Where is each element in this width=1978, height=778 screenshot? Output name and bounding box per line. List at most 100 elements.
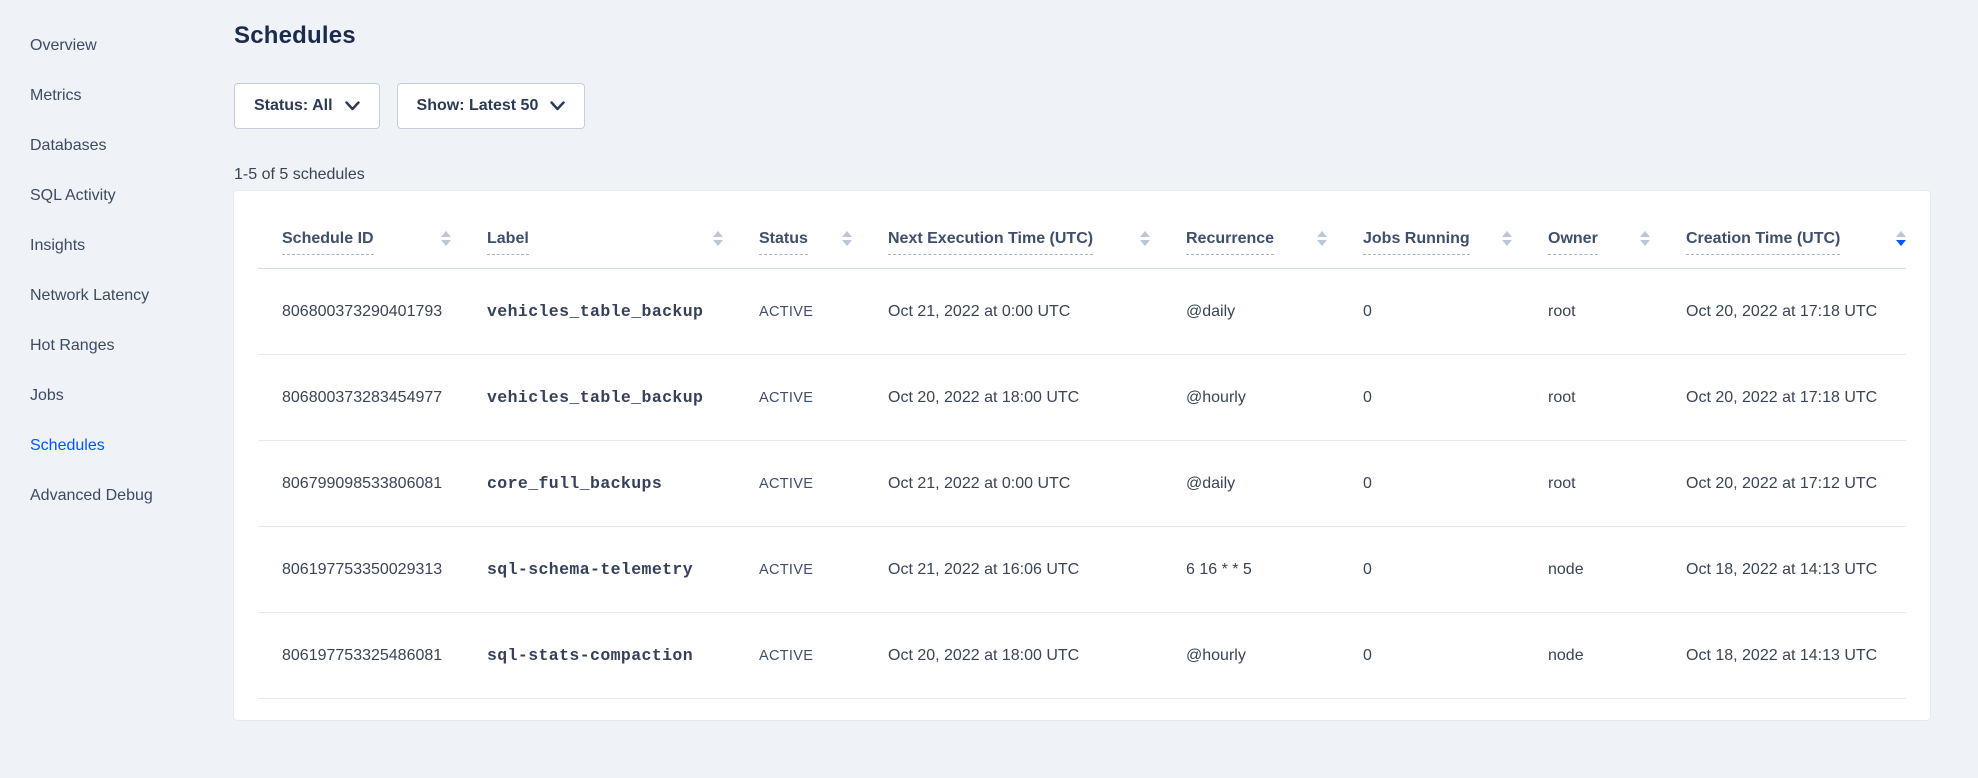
cell-recurrence: 6 16 * * 5 — [1186, 561, 1363, 579]
sort-icon[interactable] — [1317, 231, 1327, 246]
main-content: Schedules Status: All Show: Latest 50 1-… — [186, 0, 1978, 778]
sidebar-item-sql-activity[interactable]: SQL Activity — [0, 171, 186, 221]
sort-up-icon — [1640, 231, 1650, 237]
sidebar-item-advanced-debug[interactable]: Advanced Debug — [0, 471, 186, 521]
sort-up-icon — [1502, 231, 1512, 237]
sort-down-icon — [1502, 240, 1512, 246]
table-body: 806800373290401793vehicles_table_backupA… — [258, 269, 1906, 699]
cell-jobs_running: 0 — [1363, 561, 1548, 579]
column-label-id: Schedule ID — [282, 230, 374, 255]
cell-next_execution: Oct 21, 2022 at 16:06 UTC — [888, 561, 1186, 579]
cell-jobs_running: 0 — [1363, 389, 1548, 407]
column-header-label[interactable]: Label — [487, 191, 759, 268]
cell-id: 806800373290401793 — [282, 303, 487, 321]
sort-icon[interactable] — [441, 231, 451, 246]
sort-up-icon — [1317, 231, 1327, 237]
sidebar-item-databases[interactable]: Databases — [0, 121, 186, 171]
sidebar-item-overview[interactable]: Overview — [0, 21, 186, 71]
sidebar-item-insights[interactable]: Insights — [0, 221, 186, 271]
filters-row: Status: All Show: Latest 50 — [234, 83, 1930, 129]
cell-owner: root — [1548, 303, 1686, 321]
cell-status: ACTIVE — [759, 648, 888, 664]
status-filter-label: Status: All — [254, 97, 333, 115]
cell-jobs_running: 0 — [1363, 647, 1548, 665]
cell-id: 806197753350029313 — [282, 561, 487, 579]
cell-recurrence: @hourly — [1186, 389, 1363, 407]
cell-recurrence: @daily — [1186, 303, 1363, 321]
sort-icon[interactable] — [1896, 231, 1906, 246]
column-header-recurrence[interactable]: Recurrence — [1186, 191, 1363, 268]
table-header-row: Schedule ID Label Status Next Execution Tim… — [258, 191, 1906, 269]
sort-down-icon — [1896, 240, 1906, 246]
column-label-creation_time: Creation Time (UTC) — [1686, 230, 1840, 255]
sort-icon[interactable] — [713, 231, 723, 246]
cell-label: sql-stats-compaction — [487, 646, 759, 665]
column-header-status[interactable]: Status — [759, 191, 888, 268]
sort-icon[interactable] — [1640, 231, 1650, 246]
cell-jobs_running: 0 — [1363, 475, 1548, 493]
schedules-table-card: Schedule ID Label Status Next Execution Tim… — [234, 191, 1930, 720]
sort-down-icon — [441, 240, 451, 246]
table-row[interactable]: 806800373283454977vehicles_table_backupA… — [258, 355, 1906, 441]
cell-owner: node — [1548, 561, 1686, 579]
table-row[interactable]: 806197753325486081sql-stats-compactionAC… — [258, 613, 1906, 699]
cell-label: sql-schema-telemetry — [487, 560, 759, 579]
show-filter-dropdown[interactable]: Show: Latest 50 — [397, 83, 586, 129]
sort-up-icon — [441, 231, 451, 237]
cell-status: ACTIVE — [759, 562, 888, 578]
show-filter-label: Show: Latest 50 — [417, 97, 539, 115]
cell-id: 806800373283454977 — [282, 389, 487, 407]
sort-up-icon — [842, 231, 852, 237]
column-label-jobs_running: Jobs Running — [1363, 230, 1470, 255]
sidebar-item-metrics[interactable]: Metrics — [0, 71, 186, 121]
table-row[interactable]: 806197753350029313sql-schema-telemetryAC… — [258, 527, 1906, 613]
column-label-recurrence: Recurrence — [1186, 230, 1274, 255]
cell-status: ACTIVE — [759, 476, 888, 492]
sort-icon[interactable] — [842, 231, 852, 246]
sidebar-nav-list: OverviewMetricsDatabasesSQL ActivityInsi… — [0, 21, 186, 521]
sort-down-icon — [1140, 240, 1150, 246]
column-header-id[interactable]: Schedule ID — [282, 191, 487, 268]
column-header-owner[interactable]: Owner — [1548, 191, 1686, 268]
chevron-down-icon — [345, 101, 360, 111]
cell-label: vehicles_table_backup — [487, 388, 759, 407]
column-label-label: Label — [487, 230, 529, 255]
sidebar: OverviewMetricsDatabasesSQL ActivityInsi… — [0, 0, 186, 778]
column-header-creation_time[interactable]: Creation Time (UTC) — [1686, 191, 1906, 268]
table-row[interactable]: 806800373290401793vehicles_table_backupA… — [258, 269, 1906, 355]
cell-next_execution: Oct 20, 2022 at 18:00 UTC — [888, 389, 1186, 407]
sort-up-icon — [1896, 231, 1906, 237]
sidebar-item-jobs[interactable]: Jobs — [0, 371, 186, 421]
status-filter-dropdown[interactable]: Status: All — [234, 83, 380, 129]
column-label-status: Status — [759, 230, 808, 255]
cell-next_execution: Oct 20, 2022 at 18:00 UTC — [888, 647, 1186, 665]
chevron-down-icon — [550, 101, 565, 111]
sidebar-item-network-latency[interactable]: Network Latency — [0, 271, 186, 321]
results-count: 1-5 of 5 schedules — [234, 165, 1930, 184]
cell-label: vehicles_table_backup — [487, 302, 759, 321]
column-header-jobs_running[interactable]: Jobs Running — [1363, 191, 1548, 268]
sort-down-icon — [842, 240, 852, 246]
cell-recurrence: @daily — [1186, 475, 1363, 493]
cell-creation_time: Oct 20, 2022 at 17:18 UTC — [1686, 303, 1906, 321]
sort-down-icon — [1640, 240, 1650, 246]
cell-label: core_full_backups — [487, 474, 759, 493]
column-header-next_execution[interactable]: Next Execution Time (UTC) — [888, 191, 1186, 268]
cell-creation_time: Oct 20, 2022 at 17:18 UTC — [1686, 389, 1906, 407]
cell-creation_time: Oct 20, 2022 at 17:12 UTC — [1686, 475, 1906, 493]
sidebar-item-schedules[interactable]: Schedules — [0, 421, 186, 471]
cell-status: ACTIVE — [759, 304, 888, 320]
sort-down-icon — [1317, 240, 1327, 246]
sort-down-icon — [713, 240, 723, 246]
cell-creation_time: Oct 18, 2022 at 14:13 UTC — [1686, 561, 1906, 579]
sort-icon[interactable] — [1140, 231, 1150, 246]
cell-id: 806197753325486081 — [282, 647, 487, 665]
cell-jobs_running: 0 — [1363, 303, 1548, 321]
cell-recurrence: @hourly — [1186, 647, 1363, 665]
sidebar-item-hot-ranges[interactable]: Hot Ranges — [0, 321, 186, 371]
table-row[interactable]: 806799098533806081core_full_backupsACTIV… — [258, 441, 1906, 527]
sort-icon[interactable] — [1502, 231, 1512, 246]
column-label-owner: Owner — [1548, 230, 1598, 255]
cell-next_execution: Oct 21, 2022 at 0:00 UTC — [888, 475, 1186, 493]
cell-owner: root — [1548, 475, 1686, 493]
